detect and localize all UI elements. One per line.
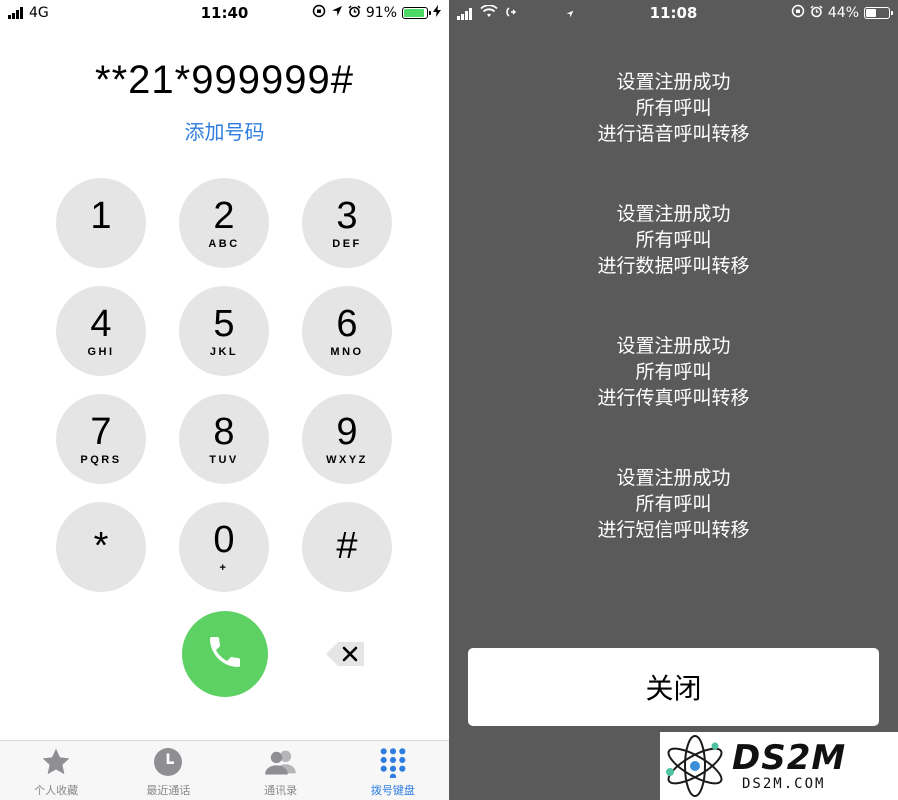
contacts-icon (264, 745, 298, 779)
add-number-link[interactable]: 添加号码 (0, 116, 449, 145)
dialer-screen: 4G 11:40 91% **21*999999# 添加号码 1 2 ABC 3D… (0, 0, 449, 800)
delete-button[interactable] (324, 640, 366, 668)
key-2[interactable]: 2 ABC (179, 178, 269, 268)
battery-percent: 44% (827, 5, 859, 21)
clock-icon (151, 745, 185, 779)
tab-favorites[interactable]: 个人收藏 (0, 741, 112, 800)
tab-keypad[interactable]: 拨号键盘 (337, 741, 449, 800)
star-icon (39, 745, 73, 779)
battery-icon (402, 7, 431, 19)
result-message-data: 设置注册成功 所有呼叫 进行数据呼叫转移 (597, 203, 750, 277)
result-message-fax: 设置注册成功 所有呼叫 进行传真呼叫转移 (597, 335, 750, 409)
call-button[interactable] (182, 611, 268, 697)
key-0[interactable]: 0 + (179, 502, 269, 592)
key-hash[interactable]: # (302, 502, 392, 592)
status-bar: 11:08 44% (449, 0, 898, 26)
key-star[interactable]: * (56, 502, 146, 592)
charging-icon (433, 5, 441, 21)
result-message-voice: 设置注册成功 所有呼叫 进行语音呼叫转移 (597, 71, 750, 145)
key-9[interactable]: 9 WXYZ (302, 394, 392, 484)
key-5[interactable]: 5 JKL (179, 286, 269, 376)
atom-logo-icon (660, 732, 730, 800)
key-8[interactable]: 8 TUV (179, 394, 269, 484)
close-button[interactable]: 关闭 (468, 648, 879, 726)
key-4[interactable]: 4 GHI (56, 286, 146, 376)
alarm-icon (810, 4, 823, 22)
tab-bar: 个人收藏 最近通话 通讯录 拨号键盘 (0, 740, 449, 800)
screen-lock-icon (312, 4, 326, 22)
phone-icon (205, 632, 245, 676)
dialed-number: **21*999999# (95, 58, 354, 102)
result-message-sms: 设置注册成功 所有呼叫 进行短信呼叫转移 (597, 467, 750, 541)
tab-recents[interactable]: 最近通话 (112, 741, 224, 800)
key-3[interactable]: 3 DEF (302, 178, 392, 268)
watermark-brand: DS2M (732, 738, 847, 778)
battery-icon (864, 7, 893, 19)
battery-percent: 91% (365, 5, 397, 21)
key-6[interactable]: 6 MNO (302, 286, 392, 376)
backspace-icon (324, 642, 366, 672)
location-icon (331, 5, 343, 21)
alarm-icon (348, 4, 361, 22)
key-7[interactable]: 7 PQRS (56, 394, 146, 484)
screen-lock-icon (791, 4, 805, 22)
watermark-url: DS2M.COM (742, 776, 826, 792)
tab-contacts[interactable]: 通讯录 (225, 741, 337, 800)
key-1[interactable]: 1 (56, 178, 146, 268)
result-screen: 11:08 44% 设置注册成功 所有呼叫 进行语音呼叫转移 设置注册成功 所有… (449, 0, 898, 800)
keypad-icon (376, 745, 410, 779)
watermark: DS2M DS2M.COM (660, 732, 898, 800)
status-bar: 4G 11:40 91% (0, 0, 449, 26)
